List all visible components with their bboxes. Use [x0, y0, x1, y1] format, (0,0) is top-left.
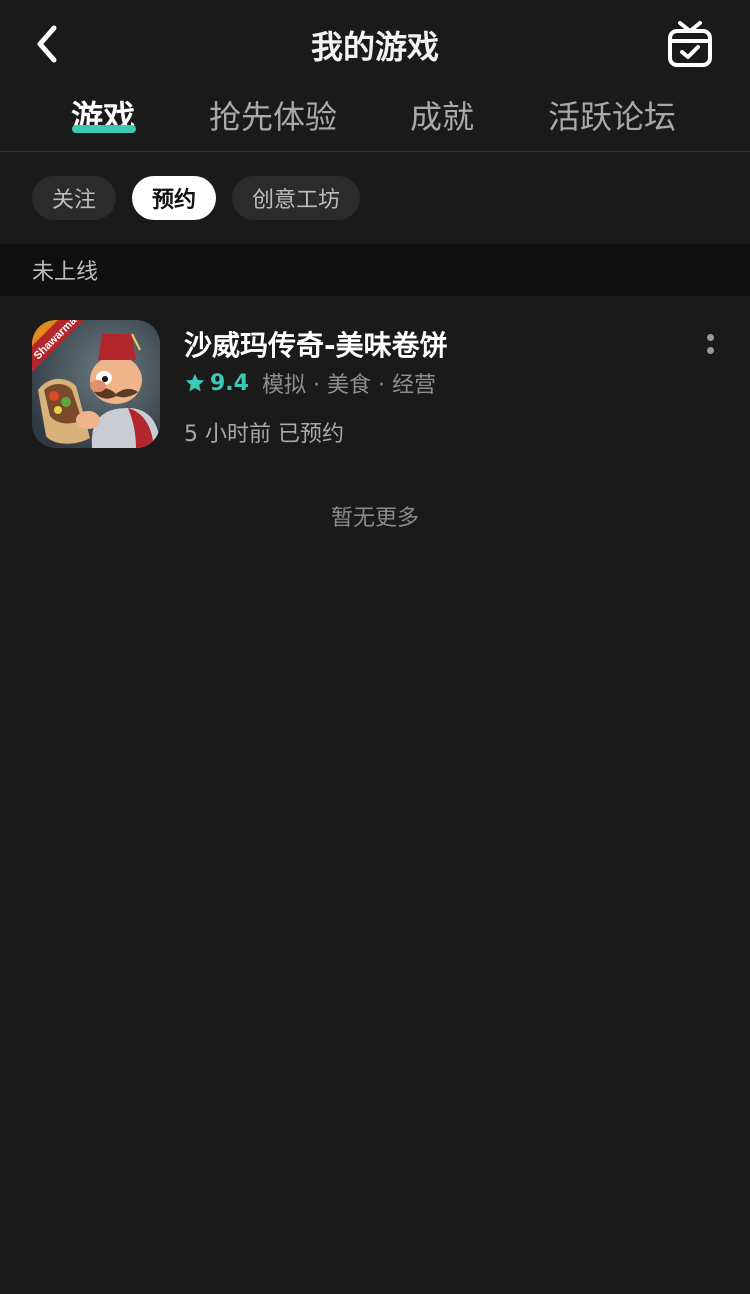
gift-check-icon [668, 21, 712, 67]
filter-workshop[interactable]: 创意工坊 [232, 176, 361, 220]
game-icon[interactable]: Shawarma [32, 320, 160, 448]
tab-forum[interactable]: 活跃论坛 [548, 92, 676, 138]
tab-early-access[interactable]: 抢先体验 [209, 92, 337, 138]
gift-button[interactable] [662, 16, 718, 72]
empty-note: 暂无更多 [330, 506, 419, 531]
active-tab-indicator [72, 125, 136, 133]
section-header: 未上线 [0, 244, 750, 296]
star-icon [185, 373, 205, 392]
filter-reserve[interactable]: 预约 [132, 176, 217, 220]
filter-follow[interactable]: 关注 [32, 176, 117, 220]
page-title: 我的游戏 [310, 28, 439, 66]
list-item[interactable]: Shawarma 沙威玛传奇-美味卷饼 9.4 模拟 · 美食 · 经营 5 小… [0, 296, 750, 468]
tab-bar: 游戏 抢先体验 成就 活跃论坛 [0, 86, 750, 152]
rating: 9.4 [184, 368, 249, 398]
game-title[interactable]: 沙威玛传奇-美味卷饼 [184, 324, 448, 364]
more-options-button[interactable] [692, 324, 728, 364]
reservation-status: 5 小时前 已预约 [184, 422, 344, 447]
game-genres: 模拟 · 美食 · 经营 [262, 373, 436, 398]
filter-chips: 关注 预约 创意工坊 [32, 176, 361, 220]
more-dots-icon [706, 347, 714, 354]
rating-value: 9.4 [210, 370, 249, 396]
more-dots-icon [706, 334, 714, 341]
tab-achievements[interactable]: 成就 [410, 92, 474, 138]
top-bar: 我的游戏 [0, 0, 750, 90]
